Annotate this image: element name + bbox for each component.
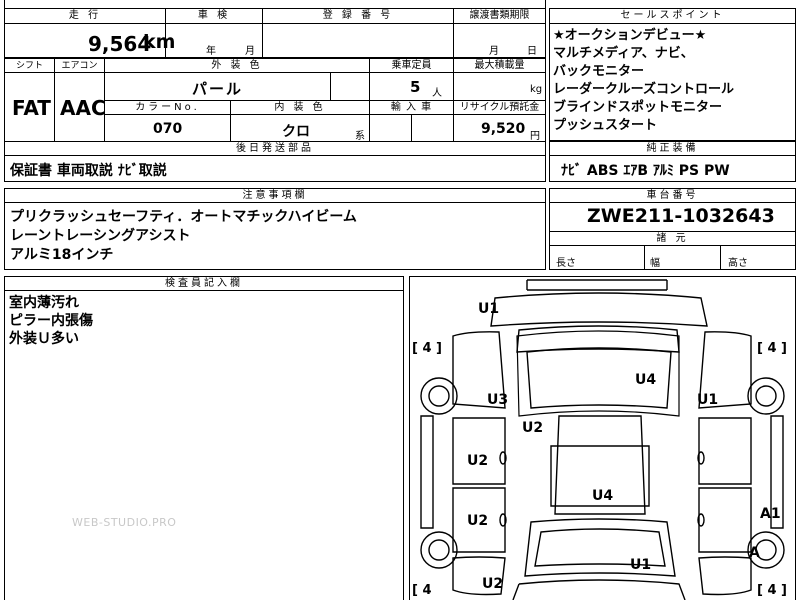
recycle-unit: 円 [530, 131, 540, 142]
shift-header: シフト [4, 58, 55, 73]
tire-label-rear-right: [ 4 ] [757, 583, 787, 598]
sales-point-item: ★オークションデビュー★ [553, 28, 707, 43]
dimension-width: 幅 [650, 258, 660, 269]
color-no-header: カラーNo. [104, 100, 231, 115]
left-sill [420, 415, 434, 529]
later-parts-value: 保証書 車両取説 ﾅﾋﾞ取説 [10, 163, 167, 179]
later-parts-header: 後日発送部品 [4, 141, 546, 156]
right-front-wheel [747, 377, 785, 415]
inspection-month: 月 [245, 46, 255, 57]
exterior-value: パール [192, 80, 244, 98]
recycle-header: リサイクル預託金 [453, 100, 546, 115]
dimension-height: 高さ [728, 258, 748, 269]
inspection-year: 年 [206, 46, 216, 57]
sales-points-header: セールスポイント [549, 8, 796, 24]
transfer-month: 月 [489, 46, 499, 57]
sales-point-item: レーダークルーズコントロール [553, 82, 734, 97]
sales-point-item: バックモニター [553, 64, 645, 79]
note-line: プリクラッシュセーフティ．オートマチックハイビーム [10, 209, 357, 225]
capacity-value: 5 [410, 78, 421, 96]
inspector-line: ピラー内張傷 [9, 313, 93, 329]
recycle-value: 9,520 [481, 121, 526, 137]
damage-mark: U2 [482, 576, 504, 592]
tire-label-front-left: [ 4 ] [412, 341, 442, 356]
shift-value: FAT [12, 96, 51, 120]
left-front-door [452, 417, 506, 485]
damage-mark: U1 [478, 301, 500, 317]
left-front-wheel [420, 377, 458, 415]
damage-mark: U3 [487, 392, 509, 408]
mileage-unit: km [143, 31, 176, 53]
damage-mark: U4 [635, 372, 657, 388]
registration-header: 登 録 番 号 [262, 8, 454, 24]
interior-unit: 系 [355, 131, 365, 142]
transfer-header: 譲渡書類期限 [453, 8, 546, 24]
car-diagram [420, 279, 785, 600]
aircon-value: AAC [60, 96, 106, 120]
inspector-line: 外装Ｕ多い [9, 331, 79, 347]
dimensions-header: 諸 元 [549, 231, 796, 246]
inspector-header: 検査員記入欄 [4, 276, 404, 291]
sales-point-item: プッシュスタート [553, 118, 658, 133]
mileage-value: 9,564 [88, 32, 152, 56]
damage-mark: U2 [522, 420, 544, 436]
capacity-unit: 人 [432, 88, 442, 99]
dimension-length: 長さ [556, 258, 576, 269]
inspector-line: 室内薄汚れ [9, 295, 79, 311]
exterior-header: 外 装 色 [104, 58, 370, 73]
front-bumper-outline [526, 279, 668, 291]
aircon-header: エアコン [54, 58, 105, 73]
interior-header: 内 装 色 [230, 100, 370, 115]
damage-mark: U1 [697, 392, 719, 408]
damage-mark: A [749, 545, 760, 561]
sales-point-item: ブラインドスポットモニター [553, 100, 723, 115]
sales-point-item: マルチメディア、ナビ、 [553, 46, 694, 61]
import-header: 輸 入 車 [369, 100, 454, 115]
tire-label-front-right: [ 4 ] [757, 341, 787, 356]
sales-points-list: ★オークションデビュー★ マルチメディア、ナビ、 バックモニター レーダークルー… [553, 27, 734, 135]
inspector-list: 室内薄汚れ ピラー内張傷 外装Ｕ多い [9, 294, 93, 348]
load-header: 最大積載量 [453, 58, 546, 73]
color-no-value: 070 [153, 121, 183, 137]
rear-glass-outline [524, 518, 676, 577]
interior-value: クロ [282, 124, 310, 140]
tire-label-rear-left: [ 4 [412, 583, 432, 598]
chassis-value: ZWE211-1032643 [587, 205, 775, 227]
damage-mark: A1 [760, 506, 781, 522]
genuine-value: ﾅﾋﾞ ABS ｴｱB ｱﾙﾐ PS PW [561, 163, 730, 179]
damage-mark: U2 [467, 453, 489, 469]
chassis-header: 車台番号 [549, 188, 796, 203]
notes-list: プリクラッシュセーフティ．オートマチックハイビーム レーントレーシングアシスト … [10, 208, 357, 265]
inspection-header: 車 検 [165, 8, 263, 24]
damage-mark: U1 [630, 557, 652, 573]
damage-mark: U2 [467, 513, 489, 529]
hood-outline [490, 292, 708, 327]
note-line: アルミ18インチ [10, 247, 114, 263]
load-unit: kg [530, 84, 543, 95]
transfer-day: 日 [527, 46, 537, 57]
right-rear-fender [698, 556, 752, 596]
right-rear-door [698, 487, 752, 553]
watermark: WEB-STUDIO.PRO [72, 516, 177, 529]
damage-mark: U4 [592, 488, 614, 504]
right-front-door [698, 417, 752, 485]
rear-bumper-outline [512, 579, 686, 600]
mileage-header: 走 行 [4, 8, 166, 24]
capacity-header: 乗車定員 [369, 58, 454, 73]
genuine-header: 純正装備 [549, 141, 796, 156]
note-line: レーントレーシングアシスト [10, 228, 191, 244]
left-rear-wheel [420, 531, 458, 569]
notes-header: 注意事項欄 [4, 188, 546, 203]
